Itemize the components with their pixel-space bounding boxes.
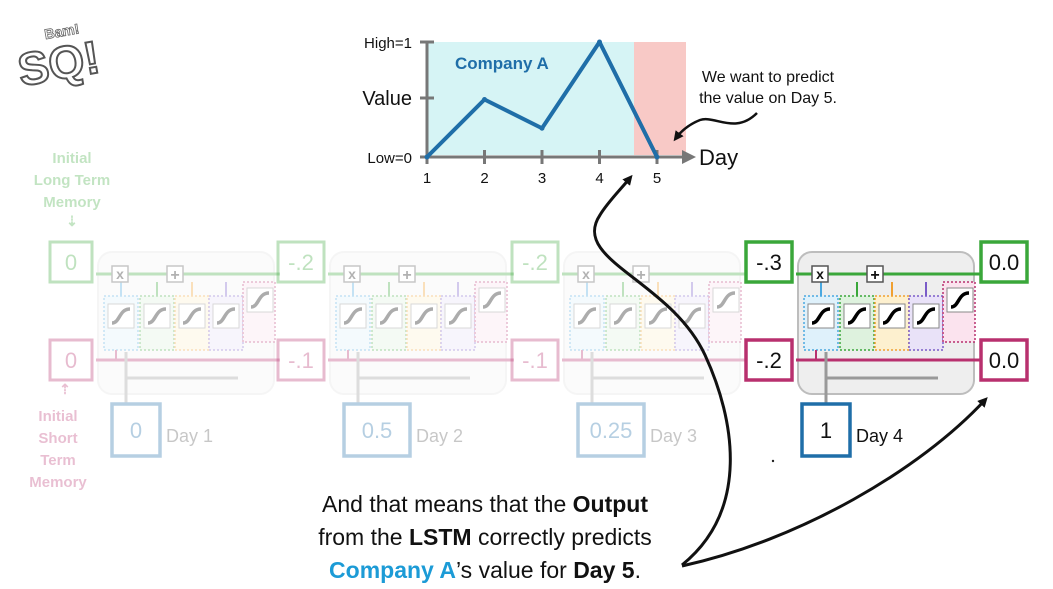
data-point-day-4 (597, 39, 602, 45)
lstm-unit-day-4: x +1 Day 4 (796, 251, 981, 458)
long-term-box-value: -.3 (756, 250, 782, 275)
multiply-symbol: x (116, 266, 124, 282)
long-term-box-value: -.2 (522, 250, 548, 275)
initial-short-term-label: ⇡ Initial Short Term Memory (29, 381, 87, 491)
prediction-note-line1: We want to predict (702, 69, 835, 86)
multiply-symbol: x (816, 266, 824, 282)
state-boxes-4: 0.0 0.0 (979, 240, 1029, 382)
short-term-box-value: -.1 (522, 348, 548, 373)
x-tick-label: 4 (595, 170, 603, 187)
day-label: Day 3 (650, 426, 697, 446)
initial-short-up-arrow: ⇡ (59, 381, 71, 397)
data-point-day-2 (482, 97, 487, 102)
day-label: Day 1 (166, 426, 213, 446)
long-term-box-value: -.2 (288, 250, 314, 275)
series-label: Company A (455, 54, 549, 73)
caption-company-a: Company A (329, 557, 456, 583)
short-term-box-value: -.1 (288, 348, 314, 373)
input-value: 0 (130, 418, 142, 443)
x-tick-label: 2 (480, 170, 488, 187)
chart-region-predict (634, 42, 686, 155)
caption: And that means that the Output from the … (240, 488, 730, 587)
note-arrow (673, 112, 758, 142)
x-tick-label: 5 (653, 170, 661, 187)
caption-line3: Company A’s value for Day 5. (240, 554, 730, 587)
input-value: 1 (820, 418, 832, 443)
data-point-day-5 (654, 154, 660, 160)
caption-text: from the (318, 524, 409, 550)
input-value: 0.25 (590, 418, 633, 443)
initial-long-down-arrow: ⇣ (66, 213, 78, 229)
add-symbol: + (870, 267, 879, 284)
caption-text: correctly predicts (471, 524, 652, 550)
initial-short-line2: Short (38, 430, 77, 447)
caption-lstm-word: LSTM (408, 524, 472, 550)
caption-day5-word: Day 5 (573, 557, 635, 583)
y-label-value: Value (362, 88, 412, 110)
multiply-symbol: x (348, 266, 356, 282)
short-term-box-value: 0 (65, 348, 77, 373)
data-point-day-1 (424, 154, 430, 160)
caption-text: ’s value for (455, 557, 574, 583)
long-term-box-value: 0.0 (989, 250, 1020, 275)
caption-output-word: Output (572, 491, 648, 517)
short-term-box-value: 0.0 (989, 348, 1020, 373)
state-boxes-2: -.2 -.1 (510, 240, 560, 382)
add-symbol: + (170, 267, 179, 284)
add-symbol: + (402, 267, 411, 284)
day-label: Day 2 (416, 426, 463, 446)
state-boxes-1: -.2 -.1 (276, 240, 326, 382)
x-tick-label: 3 (538, 170, 546, 187)
initial-short-line4: Memory (29, 474, 87, 491)
caption-text: And that means that the (322, 491, 573, 517)
state-boxes-0: 00 (48, 240, 94, 382)
initial-long-line1: Initial (52, 150, 91, 167)
short-term-box-value: -.2 (756, 348, 782, 373)
y-label-low: Low=0 (367, 150, 412, 167)
logo-letters: SQ! (14, 31, 104, 96)
multiply-symbol: x (582, 266, 590, 282)
statquest-logo: SQ! Bam! (13, 20, 105, 97)
initial-short-line3: Term (40, 452, 76, 469)
stray-dot (771, 459, 775, 463)
y-label-high: High=1 (364, 35, 412, 52)
x-tick-label: 1 (423, 170, 431, 187)
lstm-unit-day-2: x +0.5 Day 2 (328, 251, 514, 458)
input-value: 0.5 (362, 418, 393, 443)
lstm-unit-day-1: x +0 Day 1 (96, 251, 280, 458)
line-chart: 1 2 3 4 5 High=1 Value Low=0 Day Company A W… (362, 35, 837, 187)
prediction-note-line2: the value on Day 5. (699, 90, 837, 107)
initial-long-line2: Long Term (34, 172, 110, 189)
caption-period: . (634, 557, 641, 583)
lstm-unit-day-3: x +0.25 Day 3 (562, 251, 748, 458)
initial-long-line3: Memory (43, 194, 101, 211)
state-boxes-3: -.3 -.2 (744, 240, 794, 382)
x-axis-label: Day (699, 145, 738, 170)
initial-short-line1: Initial (38, 408, 77, 425)
long-term-box-value: 0 (65, 250, 77, 275)
day-label: Day 4 (856, 426, 903, 446)
initial-long-term-label: Initial Long Term Memory ⇣ (34, 150, 110, 229)
data-point-day-3 (539, 125, 545, 131)
caption-line1: And that means that the Output (240, 488, 730, 521)
caption-line2: from the LSTM correctly predicts (240, 521, 730, 554)
